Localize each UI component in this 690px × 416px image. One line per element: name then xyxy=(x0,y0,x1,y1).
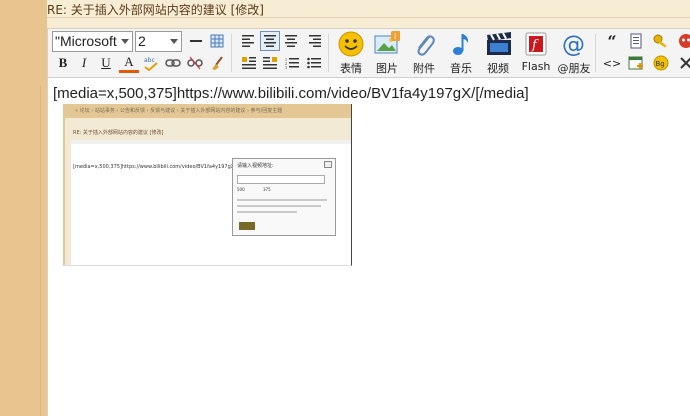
chevron-down-icon xyxy=(170,39,178,44)
mention-label: @朋友 xyxy=(557,62,591,75)
password-button[interactable] xyxy=(651,31,671,51)
image-button[interactable]: i 图片 xyxy=(370,31,404,75)
clear-format-button[interactable] xyxy=(208,53,228,73)
chevron-down-icon xyxy=(121,39,129,44)
align-center-icon xyxy=(264,35,276,47)
screenshot-breadcrumb: « 论坛 › 站站事务 › 公告和反馈 › 反馈与建议 › 关于插入外部网站内容… xyxy=(75,108,283,114)
screenshot-title: RE: 关于插入外部网站内容的建议 [修改] xyxy=(73,130,164,136)
image-icon: i xyxy=(374,31,400,57)
link-button[interactable] xyxy=(163,53,183,73)
spellcheck-button[interactable]: abc xyxy=(141,53,161,73)
unordered-list-icon xyxy=(307,57,321,69)
toolbar-separator xyxy=(328,34,329,72)
ordered-list-icon: 123 xyxy=(285,57,299,69)
left-divider xyxy=(40,86,41,416)
flash-button[interactable]: f Flash xyxy=(519,31,553,75)
align-left-icon xyxy=(242,35,254,47)
align-right-icon xyxy=(309,35,321,47)
code-button[interactable]: <> xyxy=(602,53,622,73)
screenshot-dialog-hint xyxy=(237,211,297,213)
float-left-button[interactable] xyxy=(239,53,259,73)
flash-label: Flash xyxy=(521,60,551,73)
screenshot-video-dialog: 请输入视频地址: 500 375 xyxy=(232,158,336,236)
toolbar-separator xyxy=(231,34,232,72)
music-button[interactable]: 音乐 xyxy=(444,31,478,75)
unlink-button[interactable] xyxy=(185,53,205,73)
italic-button[interactable]: I xyxy=(74,53,94,73)
svg-text:i: i xyxy=(394,32,396,41)
spellcheck-icon: abc xyxy=(144,57,158,71)
free-block-button[interactable] xyxy=(626,31,646,51)
screenshot-dialog-hint xyxy=(237,205,321,207)
font-size-select[interactable]: 2 xyxy=(135,31,182,52)
broom-icon xyxy=(212,56,223,70)
align-center-button[interactable] xyxy=(260,31,280,51)
image-label: 图片 xyxy=(376,62,398,75)
remove-format-button[interactable] xyxy=(676,53,690,73)
bold-button[interactable]: B xyxy=(53,53,73,73)
svg-text:Bg: Bg xyxy=(656,60,665,68)
emoji-label: 表情 xyxy=(340,62,362,75)
svg-text:@: @ xyxy=(562,32,585,57)
horizontal-rule-button[interactable] xyxy=(186,31,206,51)
flash-icon: f xyxy=(523,31,549,57)
screenshot-dialog-width: 500 xyxy=(237,187,245,192)
video-label: 视频 xyxy=(487,62,509,75)
key-icon xyxy=(653,34,667,48)
background-color-button[interactable]: Bg xyxy=(651,53,671,73)
float-right-button[interactable] xyxy=(260,53,280,73)
editor-content-text[interactable]: [media=x,500,375]https://www.bilibili.co… xyxy=(53,85,529,102)
font-color-button[interactable]: A xyxy=(119,53,139,73)
toolbar-separator xyxy=(595,34,596,72)
align-justify-icon xyxy=(285,35,297,47)
music-note-icon xyxy=(448,31,474,57)
align-justify-button[interactable] xyxy=(282,31,302,51)
screenshot-dialog-title: 请输入视频地址: xyxy=(237,163,274,169)
screenshot-content-text: [media=x,500,375]https://www.bilibili.co… xyxy=(73,164,236,170)
insert-table-button[interactable] xyxy=(207,31,227,51)
mention-button[interactable]: @ @朋友 xyxy=(555,31,593,75)
page-title: RE: 关于插入外部网站内容的建议 [修改] xyxy=(47,3,264,17)
screenshot-dialog-submit xyxy=(239,222,255,230)
screenshot-dialog-height: 375 xyxy=(263,187,271,192)
window-add-icon xyxy=(628,56,643,70)
video-button[interactable]: 视频 xyxy=(481,31,515,75)
cross-icon xyxy=(680,57,690,69)
font-family-value: "Microsoft xyxy=(55,33,117,49)
float-left-icon xyxy=(242,57,256,69)
ghost-icon xyxy=(679,34,690,48)
align-right-button[interactable] xyxy=(304,31,324,51)
svg-text:3: 3 xyxy=(285,65,287,69)
link-icon xyxy=(165,59,181,67)
align-left-button[interactable] xyxy=(239,31,259,51)
unlink-icon xyxy=(187,56,203,70)
font-size-value: 2 xyxy=(138,33,146,49)
at-sign-icon: @ xyxy=(561,31,587,57)
bg-color-icon: Bg xyxy=(653,55,669,71)
screenshot-dialog-hint xyxy=(237,199,327,201)
quote-button[interactable]: “ xyxy=(602,31,622,51)
hide-content-button[interactable] xyxy=(676,31,690,51)
attachment-button[interactable]: 附件 xyxy=(407,31,441,75)
float-right-icon xyxy=(263,57,277,69)
svg-text:abc: abc xyxy=(144,57,155,64)
smiley-icon xyxy=(338,31,364,57)
underline-button[interactable]: U xyxy=(96,53,116,73)
unordered-list-button[interactable] xyxy=(304,53,324,73)
ordered-list-button[interactable]: 123 xyxy=(282,53,302,73)
font-family-select[interactable]: "Microsoft xyxy=(52,31,133,52)
screenshot-dialog-input xyxy=(237,175,325,184)
table-icon xyxy=(210,34,224,48)
emoji-button[interactable]: 表情 xyxy=(334,31,368,75)
horizontal-line-icon xyxy=(190,40,202,42)
insert-post-button[interactable] xyxy=(626,53,646,73)
attachment-label: 附件 xyxy=(413,62,435,75)
video-clapper-icon xyxy=(485,31,511,57)
document-icon xyxy=(630,33,642,49)
close-icon xyxy=(324,161,332,168)
music-label: 音乐 xyxy=(450,62,472,75)
paperclip-icon xyxy=(411,31,437,57)
